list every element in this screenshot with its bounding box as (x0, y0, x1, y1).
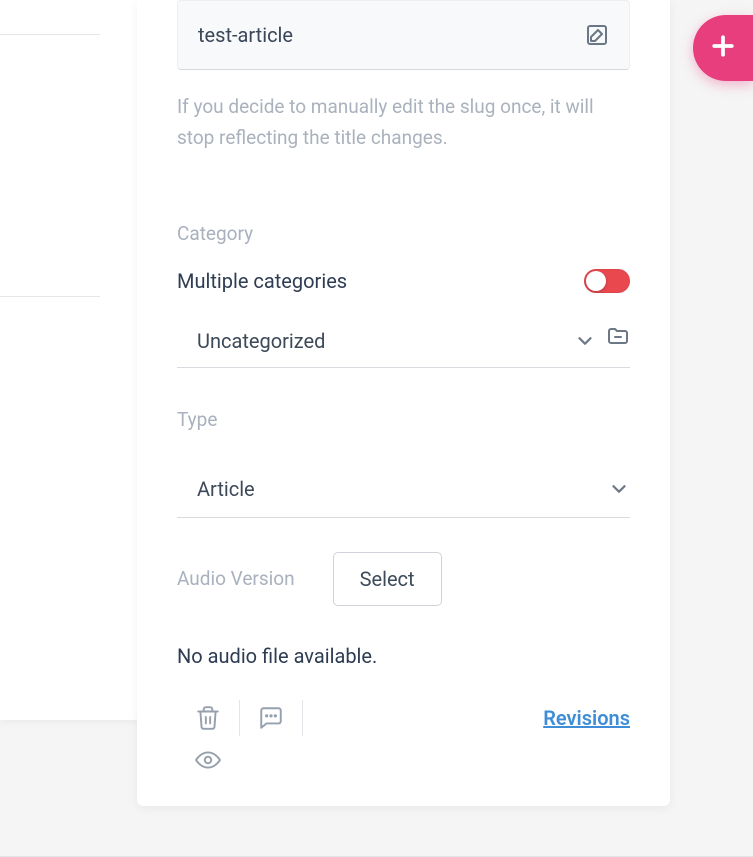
multiple-categories-label: Multiple categories (177, 269, 347, 293)
sidebar-divider (0, 296, 100, 297)
footer-actions: Revisions (177, 698, 630, 780)
chevron-down-icon[interactable] (608, 478, 630, 500)
category-label: Category (177, 222, 630, 245)
add-button[interactable] (693, 15, 753, 81)
plus-icon (708, 31, 738, 65)
audio-status-text: No audio file available. (177, 644, 630, 668)
eye-icon[interactable] (195, 747, 221, 773)
type-selected-value: Article (197, 477, 598, 501)
category-selected-value: Uncategorized (197, 329, 564, 353)
multiple-categories-row: Multiple categories (177, 269, 630, 293)
comment-icon[interactable] (258, 705, 284, 731)
audio-version-label: Audio Version (177, 567, 295, 590)
audio-select-button[interactable]: Select (333, 552, 442, 606)
left-sidebar-fragment (0, 0, 140, 720)
sidebar-divider (0, 34, 100, 35)
footer-icon-group (177, 698, 397, 780)
edit-icon[interactable] (585, 23, 609, 47)
revisions-link[interactable]: Revisions (543, 706, 630, 730)
trash-icon[interactable] (195, 705, 221, 731)
folder-icon[interactable] (606, 324, 630, 346)
chevron-down-icon[interactable] (574, 330, 596, 352)
type-section: Type Article (177, 408, 630, 518)
divider (302, 700, 303, 736)
type-label: Type (177, 408, 630, 431)
slug-input[interactable] (198, 23, 585, 47)
slug-hint-text: If you decide to manually edit the slug … (177, 92, 630, 154)
type-select[interactable]: Article (177, 461, 630, 518)
audio-version-section: Audio Version Select (177, 552, 630, 606)
article-settings-panel: If you decide to manually edit the slug … (137, 0, 670, 806)
category-section: Category Multiple categories Uncategoriz… (177, 222, 630, 368)
slug-field-wrapper (177, 0, 630, 70)
multiple-categories-toggle[interactable] (584, 269, 630, 293)
category-select[interactable]: Uncategorized (177, 315, 630, 368)
toggle-knob (586, 271, 606, 291)
